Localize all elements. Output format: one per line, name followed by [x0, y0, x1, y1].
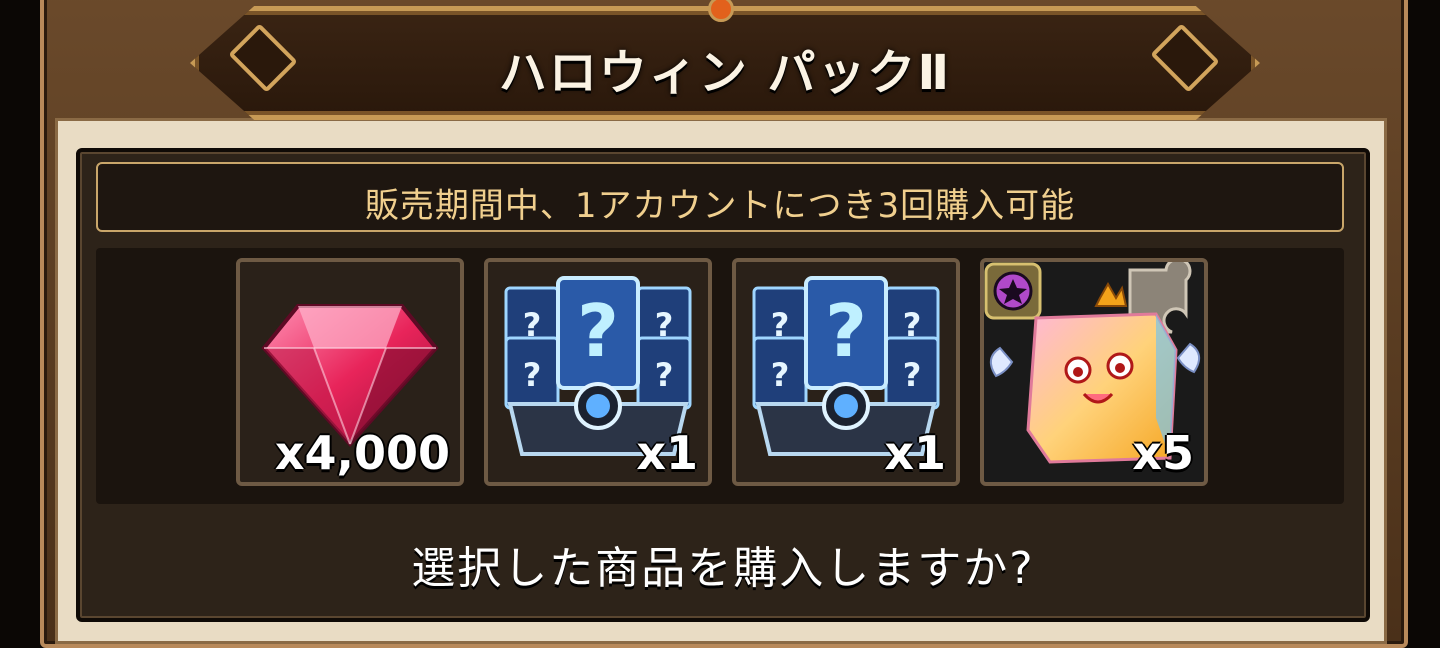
purchase-limit-notice: 販売期間中、1アカウントにつき3回購入可能 [96, 162, 1344, 232]
title-banner: ハロウィン パックⅡ [190, 6, 1260, 120]
svg-text:?: ? [771, 306, 790, 344]
item-quantity: x1 [884, 426, 946, 480]
svg-text:?: ? [825, 289, 867, 373]
purchase-confirmation-question: 選択した商品を購入しますか? [411, 543, 1035, 594]
purchase-limit-text: 販売期間中、1アカウントにつき3回購入可能 [364, 186, 1076, 226]
svg-text:?: ? [903, 306, 922, 344]
item-slot-card-chest[interactable]: ? ? ? ? ? x1 [484, 258, 712, 486]
svg-text:?: ? [903, 356, 922, 394]
svg-text:?: ? [655, 306, 674, 344]
svg-text:?: ? [577, 289, 619, 373]
item-quantity: x1 [636, 426, 698, 480]
item-slot-card-chest[interactable]: ? ? ? ? ? x1 [732, 258, 960, 486]
svg-text:?: ? [655, 356, 674, 394]
item-quantity: x5 [1132, 426, 1194, 480]
content-panel: 販売期間中、1アカウントにつき3回購入可能 x4,000 ? ? ? ? ? x… [76, 148, 1370, 622]
svg-text:?: ? [771, 356, 790, 394]
svg-text:?: ? [523, 306, 542, 344]
dialog-title: ハロウィン パックⅡ [498, 45, 952, 101]
item-slot-gems[interactable]: x4,000 [236, 258, 464, 486]
item-slot-cube-creature[interactable]: x5 [980, 258, 1208, 486]
item-quantity: x4,000 [274, 426, 450, 480]
pack-contents: x4,000 ? ? ? ? ? x1 ? ? ? ? ? x1 x5 [96, 248, 1344, 504]
svg-text:?: ? [523, 356, 542, 394]
